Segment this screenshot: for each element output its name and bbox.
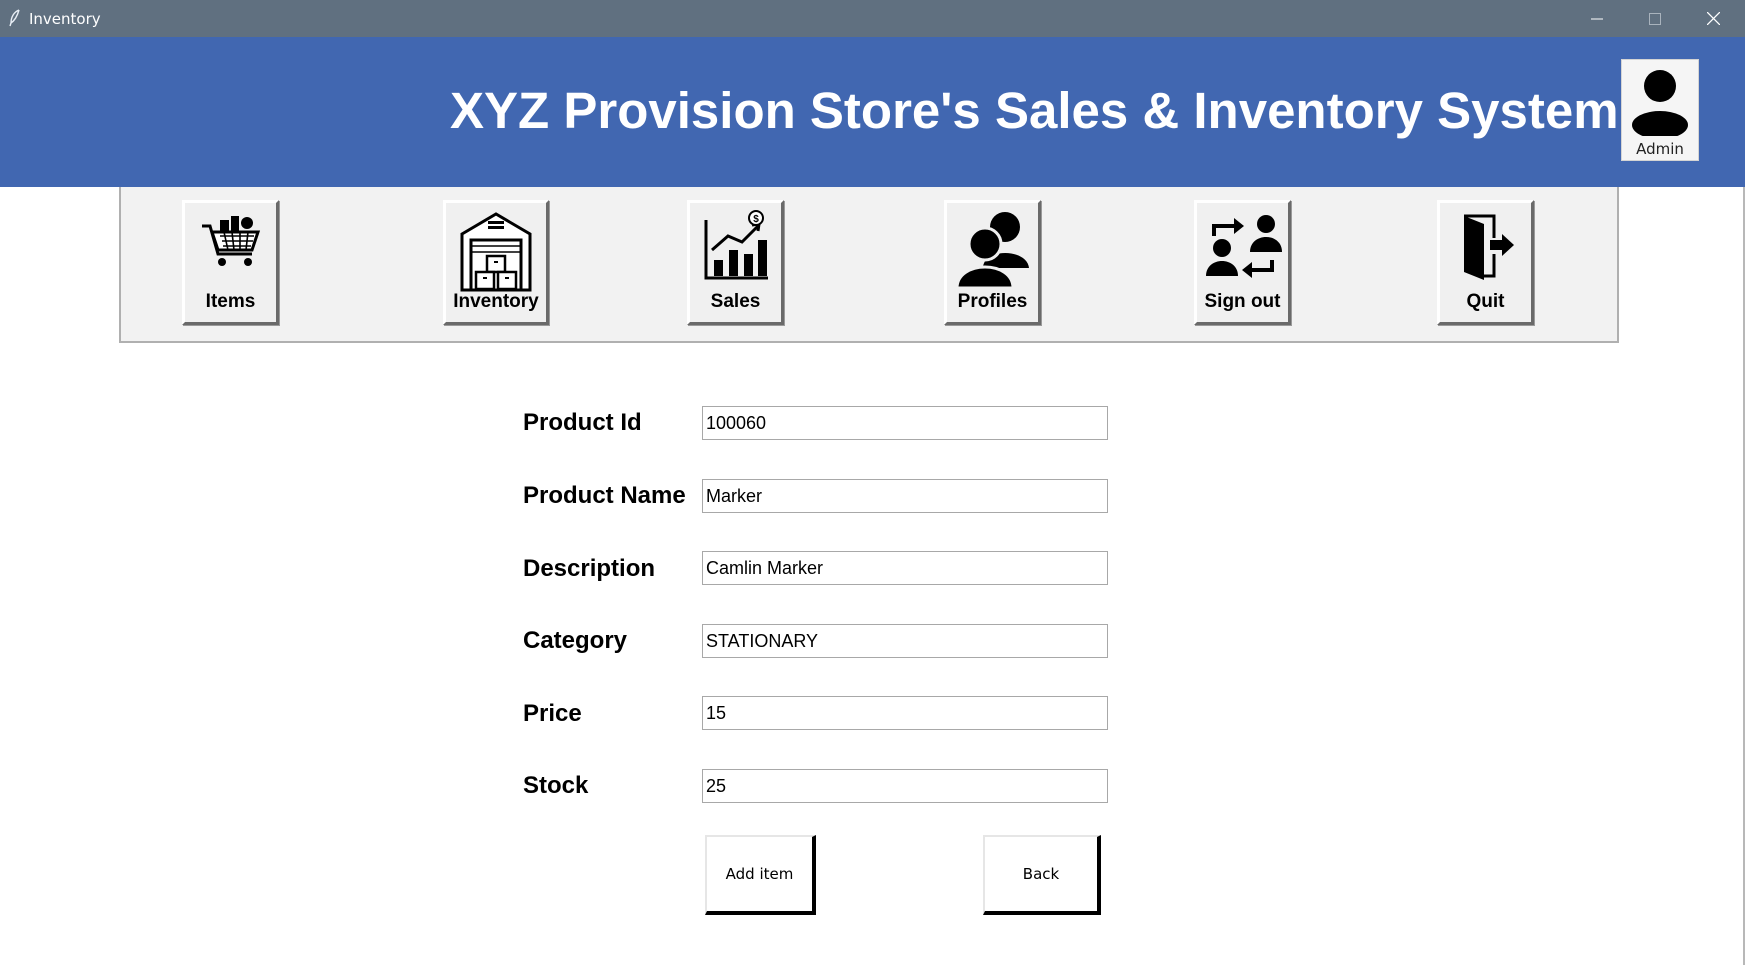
switch-user-icon — [1205, 215, 1282, 278]
profiles-label: Profiles — [957, 291, 1028, 312]
shopping-cart-icon — [201, 216, 260, 266]
minimize-icon — [1590, 18, 1603, 19]
admin-profile-button[interactable]: Admin — [1621, 59, 1699, 161]
inventory-label: Inventory — [453, 291, 539, 312]
category-field[interactable] — [702, 624, 1108, 658]
users-icon — [954, 212, 1029, 290]
description-label: Description — [523, 555, 656, 582]
stock-label: Stock — [523, 772, 589, 799]
items-button[interactable]: Items — [182, 200, 279, 325]
quit-label: Quit — [1466, 291, 1505, 312]
window-title: Inventory — [29, 10, 101, 28]
description-field[interactable] — [702, 551, 1108, 585]
user-avatar-icon — [1632, 70, 1688, 136]
quit-button[interactable]: Quit — [1437, 200, 1534, 325]
admin-label: Admin — [1636, 140, 1684, 158]
app-header: XYZ Provision Store's Sales & Inventory … — [0, 37, 1745, 187]
main-toolbar: Items Inventory $ Sales Profiles Sign ou… — [119, 187, 1619, 343]
product-id-field[interactable] — [702, 406, 1108, 440]
app-heading: XYZ Provision Store's Sales & Inventory … — [450, 82, 1619, 139]
warehouse-icon — [460, 212, 532, 292]
window-titlebar: Inventory — [0, 0, 1745, 37]
svg-text:$: $ — [753, 214, 759, 225]
sales-label: Sales — [710, 291, 761, 312]
back-button[interactable]: Back — [983, 835, 1101, 915]
category-label: Category — [523, 627, 628, 654]
inventory-button[interactable]: Inventory — [443, 200, 549, 325]
feather-icon — [9, 9, 20, 27]
price-field[interactable] — [702, 696, 1108, 730]
maximize-icon — [1648, 12, 1661, 25]
profiles-button[interactable]: Profiles — [944, 200, 1041, 325]
sign-out-button[interactable]: Sign out — [1194, 200, 1291, 325]
product-name-field[interactable] — [702, 479, 1108, 513]
price-label: Price — [523, 700, 582, 727]
add-item-button[interactable]: Add item — [705, 835, 816, 915]
close-button[interactable] — [1685, 0, 1742, 37]
product-id-label: Product Id — [523, 409, 642, 436]
sign-out-label: Sign out — [1204, 291, 1281, 312]
minimize-button[interactable] — [1568, 0, 1625, 37]
stock-field[interactable] — [702, 769, 1108, 803]
close-icon — [1707, 12, 1720, 25]
exit-door-icon — [1463, 214, 1514, 280]
sales-chart-icon: $ — [704, 210, 768, 280]
sales-button[interactable]: $ Sales — [687, 200, 784, 325]
items-label: Items — [205, 291, 256, 312]
product-name-label: Product Name — [523, 482, 686, 509]
maximize-button[interactable] — [1626, 0, 1683, 37]
